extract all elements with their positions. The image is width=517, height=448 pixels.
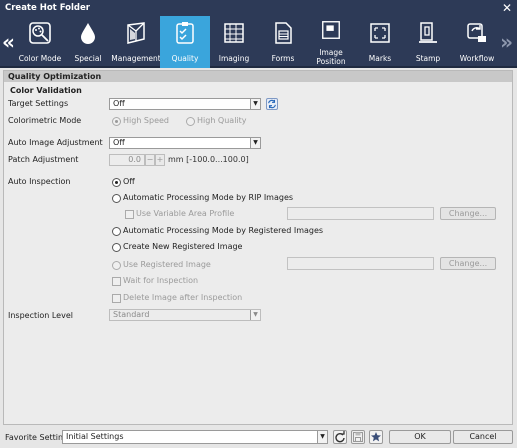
- reload-favorite-button[interactable]: [333, 430, 347, 444]
- select-value: Standard: [113, 310, 150, 319]
- drop-icon: [81, 23, 95, 44]
- workflow-icon: [467, 23, 486, 42]
- tab-label: Management: [111, 54, 161, 63]
- chevron-down-icon: ▼: [250, 310, 260, 320]
- high-quality-radio[interactable]: High Quality: [186, 116, 247, 126]
- auto-image-adjustment-select[interactable]: Off ▼: [109, 137, 261, 149]
- tab-special[interactable]: Special: [63, 16, 113, 68]
- auto-inspection-label: Auto Inspection: [8, 177, 71, 186]
- tab-workflow[interactable]: Workflow: [452, 16, 502, 68]
- tab-color-mode[interactable]: Color Mode: [15, 16, 65, 68]
- tab-image-position[interactable]: Image Position: [306, 16, 356, 68]
- window-title: Create Hot Folder: [5, 3, 90, 13]
- tab-marks[interactable]: Marks: [355, 16, 405, 68]
- tab-label: Forms: [271, 54, 295, 63]
- quality-panel: Quality Optimization Color Validation Ta…: [3, 70, 513, 425]
- select-value: Off: [113, 138, 125, 147]
- close-icon[interactable]: ✕: [502, 1, 512, 15]
- patch-adjustment-input[interactable]: 0.0: [109, 154, 145, 166]
- inspection-level-label: Inspection Level: [8, 311, 73, 320]
- image-position-icon: [322, 21, 340, 39]
- stamp-icon: [419, 22, 437, 43]
- scroll-right-icon[interactable]: »: [500, 30, 513, 54]
- patch-minus-button[interactable]: −: [145, 154, 155, 166]
- tab-label: Image Position: [316, 48, 346, 66]
- registered-images-mode-radio[interactable]: Automatic Processing Mode by Registered …: [112, 226, 323, 236]
- select-value: Initial Settings: [66, 432, 124, 441]
- variable-area-profile-checkbox[interactable]: Use Variable Area Profile: [125, 209, 234, 219]
- settings-toolbar: « Color Mode Special Management Quality …: [0, 16, 517, 68]
- target-settings-select[interactable]: Off ▼: [109, 98, 261, 110]
- tab-label: Workflow: [459, 54, 495, 63]
- use-registered-image-radio[interactable]: Use Registered Image: [112, 260, 211, 270]
- create-registered-image-radio[interactable]: Create New Registered Image: [112, 242, 242, 252]
- tab-stamp[interactable]: Stamp: [403, 16, 453, 68]
- reload-icon: [335, 431, 345, 443]
- save-icon: [352, 431, 364, 443]
- quality-icon: [176, 22, 194, 44]
- favorite-setting-label: Favorite Setting: [5, 433, 69, 442]
- change-registered-button[interactable]: Change...: [440, 257, 496, 270]
- tab-label: Imaging: [218, 54, 250, 63]
- color-validation-header: Color Validation: [10, 86, 82, 95]
- tab-label: Special: [74, 54, 102, 63]
- tab-imaging[interactable]: Imaging: [209, 16, 259, 68]
- refresh-icon: [268, 99, 276, 109]
- scroll-left-icon[interactable]: «: [2, 30, 15, 54]
- tab-label: Stamp: [415, 54, 441, 63]
- tab-forms[interactable]: Forms: [258, 16, 308, 68]
- forms-icon: [275, 22, 292, 44]
- chevron-down-icon: ▼: [317, 431, 327, 443]
- marks-icon: [370, 23, 390, 43]
- cube-icon: [127, 22, 145, 44]
- imaging-icon: [224, 23, 244, 43]
- inspection-level-select[interactable]: Standard ▼: [109, 309, 261, 321]
- refresh-button[interactable]: [266, 98, 278, 110]
- select-value: Off: [113, 99, 125, 108]
- dialog-footer: Favorite Setting Initial Settings ▼ OK C…: [0, 426, 517, 448]
- variable-area-profile-field: [287, 207, 434, 220]
- title-bar: Create Hot Folder ✕: [0, 0, 517, 16]
- patch-plus-button[interactable]: +: [155, 154, 165, 166]
- delete-after-inspection-checkbox[interactable]: Delete Image after Inspection: [112, 293, 242, 303]
- patch-adjustment-label: Patch Adjustment: [8, 155, 79, 164]
- wait-for-inspection-checkbox[interactable]: Wait for Inspection: [112, 276, 198, 286]
- tab-management[interactable]: Management: [111, 16, 161, 68]
- chevron-down-icon: ▼: [250, 99, 260, 109]
- favorite-setting-select[interactable]: Initial Settings ▼: [62, 430, 328, 444]
- inspection-off-radio[interactable]: Off: [112, 177, 135, 187]
- save-favorite-button[interactable]: [351, 430, 365, 444]
- auto-image-adjustment-label: Auto Image Adjustment: [8, 138, 103, 147]
- chevron-down-icon: ▼: [250, 138, 260, 148]
- ok-button[interactable]: OK: [389, 430, 451, 444]
- tab-label: Quality: [171, 54, 199, 63]
- tab-label: Color Mode: [18, 54, 62, 63]
- favorite-manage-button[interactable]: [369, 430, 383, 444]
- high-speed-radio[interactable]: High Speed: [112, 116, 169, 126]
- patch-range-text: mm [-100.0...100.0]: [168, 155, 249, 164]
- section-header: Quality Optimization: [4, 71, 512, 82]
- color-mode-icon: [29, 22, 51, 44]
- change-profile-button[interactable]: Change...: [440, 207, 496, 220]
- rip-images-mode-radio[interactable]: Automatic Processing Mode by RIP Images: [112, 193, 293, 203]
- target-settings-label: Target Settings: [8, 99, 69, 108]
- tab-quality[interactable]: Quality: [160, 16, 210, 68]
- colorimetric-mode-label: Colorimetric Mode: [8, 116, 82, 125]
- registered-image-field: [287, 257, 434, 270]
- tab-label: Marks: [368, 54, 392, 63]
- star-icon: [371, 432, 381, 442]
- cancel-button[interactable]: Cancel: [453, 430, 513, 444]
